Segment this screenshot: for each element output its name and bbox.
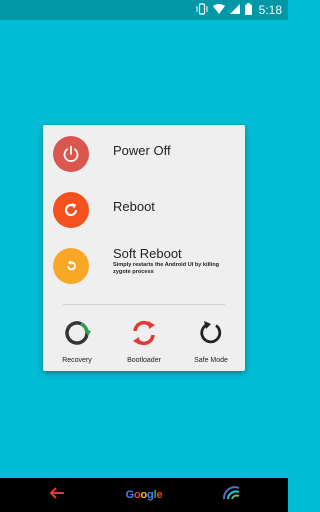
soft-reboot-item[interactable]: Soft Reboot Simply restarts the Android … [43, 243, 245, 289]
back-arrow-icon [49, 486, 65, 504]
soft-reboot-icon [53, 248, 89, 284]
recovery-icon [60, 321, 94, 354]
power-off-label: Power Off [113, 143, 171, 158]
safe-mode-label: Safe Mode [194, 357, 228, 364]
soft-reboot-description: Simply restarts the Android UI by killin… [113, 262, 220, 275]
reboot-icon [53, 192, 89, 228]
status-bar: 5:18 [0, 0, 288, 20]
soft-reboot-label: Soft Reboot [113, 246, 182, 261]
status-time: 5:18 [258, 3, 282, 17]
google-search-button[interactable]: Google [120, 486, 168, 504]
recents-icon [222, 485, 242, 505]
power-off-item[interactable]: Power Off [43, 131, 245, 177]
safe-mode-icon [194, 321, 228, 354]
recovery-button[interactable]: Recovery [47, 316, 107, 364]
bootloader-icon [127, 320, 161, 354]
signal-icon [229, 3, 240, 17]
google-logo: Google [125, 489, 163, 501]
reboot-item[interactable]: Reboot [43, 187, 245, 233]
battery-icon [244, 2, 252, 18]
safe-mode-button[interactable]: Safe Mode [181, 316, 241, 364]
recovery-label: Recovery [62, 357, 92, 364]
vibrate-icon [196, 2, 208, 18]
navigation-bar: Google [0, 478, 288, 512]
menu-divider [63, 304, 225, 305]
bootloader-button[interactable]: Bootloader [114, 316, 174, 364]
power-off-icon [53, 136, 89, 172]
back-button[interactable] [47, 486, 67, 504]
wifi-icon [212, 3, 225, 17]
bootloader-label: Bootloader [127, 357, 161, 364]
recents-button[interactable] [221, 485, 243, 505]
reboot-label: Reboot [113, 199, 155, 214]
power-menu-dialog: Power Off Reboot Soft Reboot Simply rest… [43, 125, 245, 371]
